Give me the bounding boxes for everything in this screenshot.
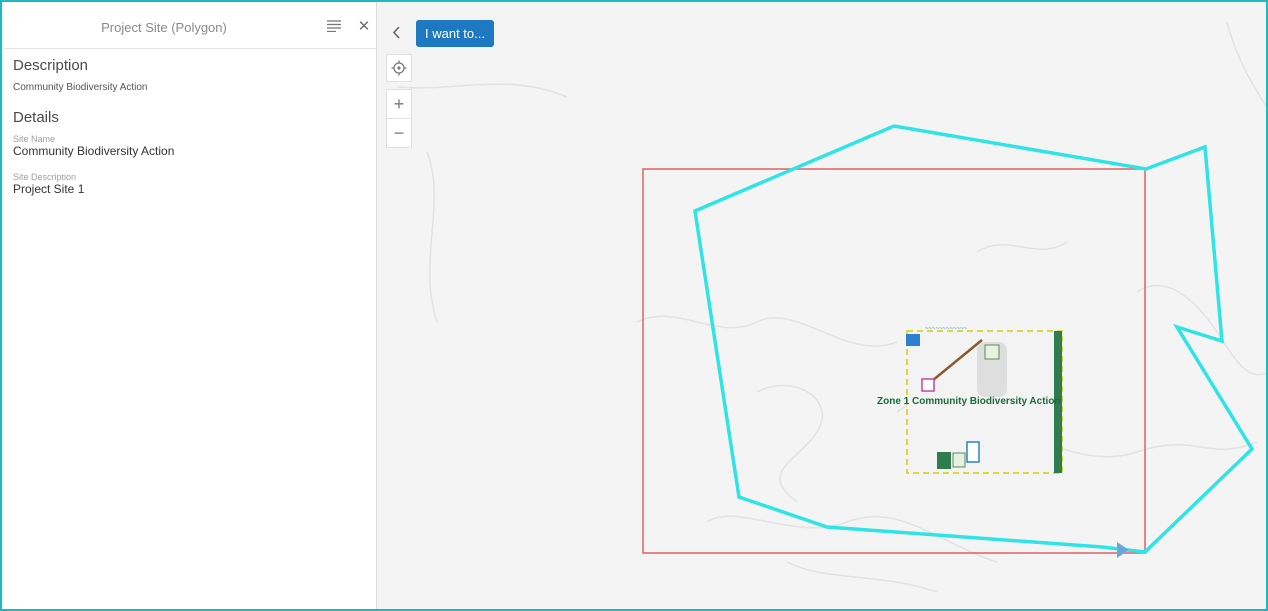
panel-body: Description Community Biodiversity Actio…: [4, 49, 376, 216]
minus-icon[interactable]: −: [386, 118, 412, 148]
plus-icon[interactable]: +: [386, 89, 412, 118]
pink-marker-icon[interactable]: [921, 378, 935, 392]
details-panel: Project Site (Polygon) ✕ Description Com…: [4, 2, 377, 609]
panel-header: Project Site (Polygon) ✕: [4, 2, 376, 49]
close-icon[interactable]: ✕: [354, 16, 374, 36]
zone-edge-strip: [1054, 331, 1062, 473]
photo-marker-icon[interactable]: [984, 344, 1000, 360]
zone-small-label: ~~~~~~~~~~~~: [925, 326, 968, 332]
description-text: Community Biodiversity Action: [13, 82, 148, 93]
map-view[interactable]: ~~~~~~~~~~~~ I want to... + − Zone 1 Com…: [377, 2, 1266, 609]
blue-marker-icon[interactable]: [966, 441, 980, 463]
photo-marker-2-icon[interactable]: [952, 452, 966, 468]
site-name-value: Community Biodiversity Action: [13, 144, 175, 158]
i-want-to-button[interactable]: I want to...: [416, 20, 494, 47]
arrow-marker: [1117, 542, 1129, 558]
details-heading: Details: [13, 109, 59, 126]
basemap-roads: [396, 21, 1266, 593]
panel-title: Project Site (Polygon): [101, 20, 227, 35]
green-marker-icon[interactable]: [937, 452, 951, 469]
app-frame: Project Site (Polygon) ✕ Description Com…: [0, 0, 1268, 611]
chevron-left-icon[interactable]: [386, 22, 406, 42]
list-menu-icon[interactable]: [324, 16, 344, 36]
description-heading: Description: [13, 57, 89, 74]
site-description-label: Site Description: [13, 172, 77, 182]
locate-icon[interactable]: [386, 54, 412, 82]
info-marker-icon[interactable]: [906, 334, 920, 346]
site-description-value: Project Site 1: [13, 182, 85, 196]
site-name-label: Site Name: [13, 134, 56, 144]
map-canvas: ~~~~~~~~~~~~: [396, 21, 1266, 593]
